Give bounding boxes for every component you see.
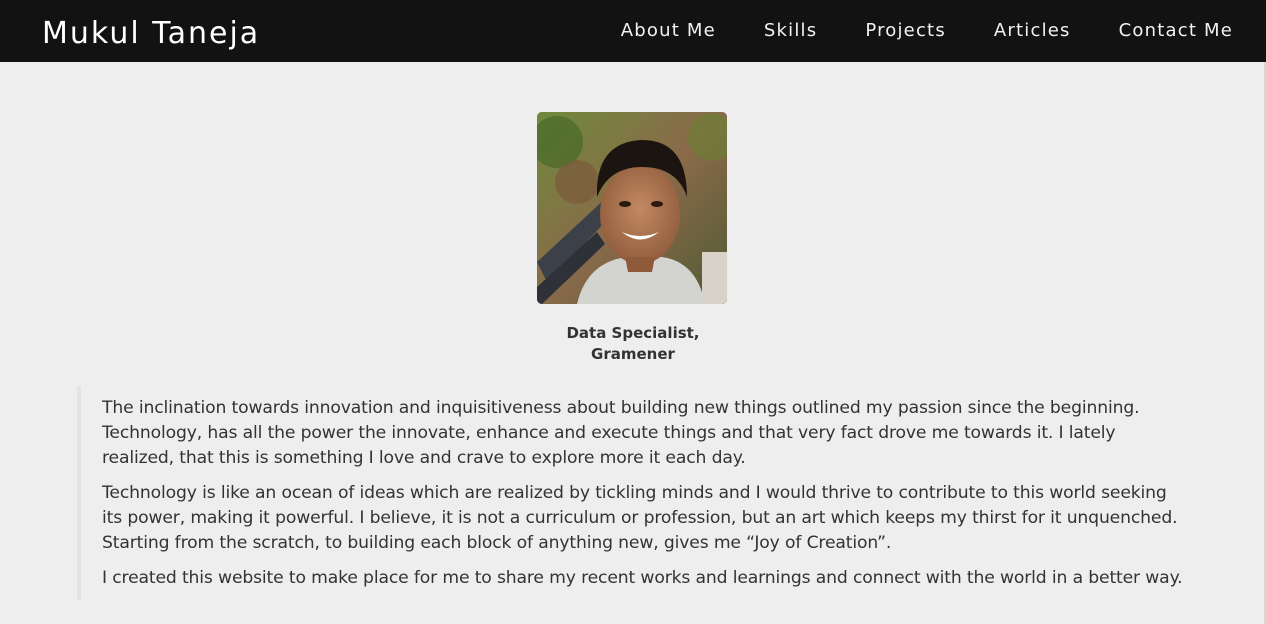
main-nav: About Me Skills Projects Articles Contac… (573, 0, 1233, 62)
top-navbar: Mukul Taneja About Me Skills Projects Ar… (0, 0, 1266, 62)
nav-item-skills[interactable]: Skills (764, 0, 817, 68)
nav-item-projects[interactable]: Projects (865, 0, 946, 68)
about-paragraph: Technology is like an ocean of ideas whi… (102, 483, 1178, 553)
nav-item-articles[interactable]: Articles (994, 0, 1071, 68)
about-paragraph: I created this website to make place for… (102, 568, 1183, 588)
about-blockquote: The inclination towards innovation and i… (77, 386, 1187, 600)
role-company: Gramener (591, 345, 675, 363)
profile-role: Data Specialist, Gramener (483, 323, 783, 365)
nav-item-contact-me[interactable]: Contact Me (1119, 0, 1233, 68)
profile-photo (537, 112, 727, 304)
about-paragraph: The inclination towards innovation and i… (102, 398, 1140, 468)
site-brand[interactable]: Mukul Taneja (42, 14, 260, 54)
role-title: Data Specialist, (566, 324, 700, 342)
nav-item-about-me[interactable]: About Me (621, 0, 716, 68)
